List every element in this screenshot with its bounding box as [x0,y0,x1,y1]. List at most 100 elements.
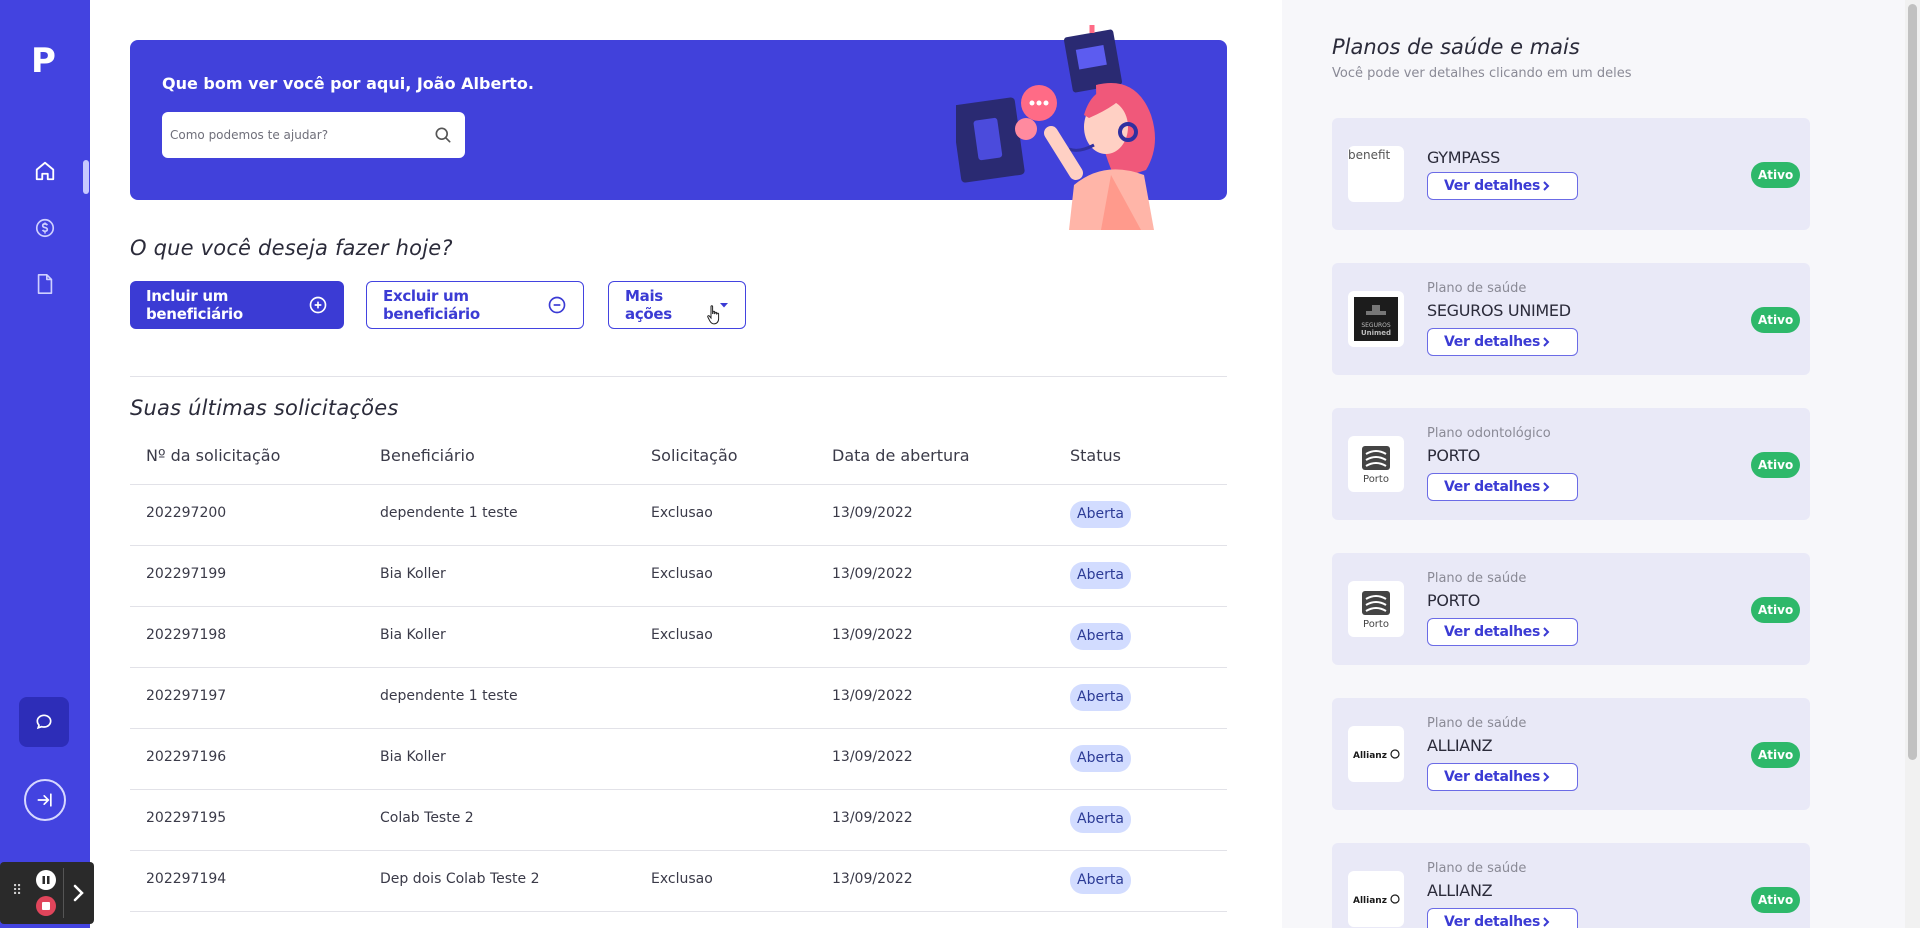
exclude-beneficiary-button[interactable]: Excluir um beneficiário [366,281,584,329]
request-type: Exclusao [651,566,713,582]
table-row[interactable]: 202297200 dependente 1 teste Exclusao 13… [130,485,1227,546]
svg-text:Unimed: Unimed [1361,329,1391,337]
status-badge: Ativo [1751,307,1801,333]
view-details-button[interactable]: Ver detalhes [1427,328,1578,356]
plan-logo: benefit [1348,146,1404,202]
widget-divider [63,868,64,918]
plan-type: Plano odontológico [1427,426,1551,441]
beneficiary-name: Dep dois Colab Teste 2 [380,871,540,887]
drag-handle-icon[interactable]: ⠿ [12,884,22,898]
plan-type: Plano de saúde [1427,861,1527,876]
table-row[interactable]: 202297195 Colab Teste 2 13/09/2022 Abert… [130,790,1227,851]
column-header-request[interactable]: Solicitação [651,446,738,465]
beneficiary-name: dependente 1 teste [380,688,518,704]
stop-icon[interactable] [36,896,56,916]
beneficiary-name: Colab Teste 2 [380,810,474,826]
search-input[interactable] [170,112,425,158]
plan-name: PORTO [1427,591,1481,610]
dollar-icon[interactable] [28,211,62,245]
include-beneficiary-button[interactable]: Incluir um beneficiário [130,281,344,329]
view-details-button[interactable]: Ver detalhes [1427,908,1578,928]
plan-card[interactable]: Allianz Plano de saúde ALLIANZ Ver detal… [1332,843,1810,928]
request-id: 202297197 [146,688,227,704]
table-row[interactable]: 202297198 Bia Koller Exclusao 13/09/2022… [130,607,1227,668]
view-details-label: Ver detalhes [1444,334,1540,350]
sidebar: P ⠿ [0,0,94,928]
view-details-button[interactable]: Ver detalhes [1427,763,1578,791]
include-beneficiary-label: Incluir um beneficiário [146,287,243,323]
status-badge: Ativo [1751,742,1801,768]
column-header-status[interactable]: Status [1070,446,1121,465]
view-details-label: Ver detalhes [1444,479,1540,495]
document-icon[interactable] [28,267,62,301]
request-type: Exclusao [651,627,713,643]
opening-date: 13/09/2022 [832,566,913,582]
view-details-button[interactable]: Ver detalhes [1427,172,1578,200]
request-id: 202297199 [146,566,227,582]
chevron-right-icon[interactable] [70,882,86,908]
table-row[interactable]: 202297196 Bia Koller 13/09/2022 Aberta [130,729,1227,790]
plan-card[interactable]: SEGUROS Unimed Plano de saúde SEGUROS UN… [1332,263,1810,375]
table-row[interactable]: 202297197 dependente 1 teste 13/09/2022 … [130,668,1227,729]
table-header: Nº da solicitação Beneficiário Solicitaç… [130,438,1227,485]
table-row[interactable]: 202297194 Dep dois Colab Teste 2 Exclusa… [130,851,1227,912]
column-header-opening-date[interactable]: Data de abertura [832,446,970,465]
beneficiary-name: Bia Koller [380,749,446,765]
request-id: 202297196 [146,749,227,765]
plan-name: PORTO [1427,446,1481,465]
plans-panel: Planos de saúde e mais Você pode ver det… [1282,0,1920,928]
column-header-request-number[interactable]: Nº da solicitação [146,446,280,465]
table-row[interactable]: 202297199 Bia Koller Exclusao 13/09/2022… [130,546,1227,607]
plan-card[interactable]: Porto Plano odontológico PORTO Ver detal… [1332,408,1810,520]
opening-date: 13/09/2022 [832,505,913,521]
plan-logo: Porto [1348,436,1404,492]
requests-table: Nº da solicitação Beneficiário Solicitaç… [130,438,1227,912]
chat-button[interactable] [19,697,69,747]
plus-circle-icon [308,295,328,315]
status-badge: Aberta [1070,806,1131,833]
search-box [162,112,465,158]
plan-card[interactable]: benefit GYMPASS Ver detalhes Ativo [1332,118,1810,230]
actions-title: O que você deseja fazer hoje? [130,236,453,260]
opening-date: 13/09/2022 [832,688,913,704]
view-details-label: Ver detalhes [1444,624,1540,640]
chevron-right-icon [1543,337,1550,347]
column-header-beneficiary[interactable]: Beneficiário [380,446,475,465]
collapse-sidebar-button[interactable] [24,779,66,821]
status-badge: Aberta [1070,867,1131,894]
page-scrollbar[interactable] [1905,0,1920,928]
plan-logo: Allianz [1348,871,1404,927]
svg-text:Porto: Porto [1363,474,1389,485]
chevron-right-icon [1543,917,1550,927]
request-type: Exclusao [651,871,713,887]
view-details-button[interactable]: Ver detalhes [1427,473,1578,501]
broken-image-alt: benefit [1348,148,1391,162]
app-logo[interactable]: P [28,40,62,81]
plan-type: Plano de saúde [1427,716,1527,731]
svg-text:P: P [31,41,56,80]
opening-date: 13/09/2022 [832,749,913,765]
chat-icon [36,714,52,730]
arrow-right-bar-icon [37,793,52,807]
view-details-button[interactable]: Ver detalhes [1427,618,1578,646]
request-id: 202297195 [146,810,227,826]
plan-name: ALLIANZ [1427,881,1493,900]
recording-widget: ⠿ [0,862,94,924]
more-actions-dropdown[interactable]: Mais ações [608,281,746,329]
status-badge: Ativo [1751,597,1801,623]
plan-card[interactable]: Porto Plano de saúde PORTO Ver detalhes … [1332,553,1810,665]
status-badge: Ativo [1751,887,1801,913]
plan-logo: SEGUROS Unimed [1348,291,1404,347]
chevron-right-icon [1543,772,1550,782]
home-icon[interactable] [28,154,62,188]
plan-name: GYMPASS [1427,148,1500,167]
scrollbar-thumb[interactable] [1908,4,1917,760]
status-badge: Aberta [1070,562,1131,589]
greeting-text: Que bom ver você por aqui, João Alberto. [162,74,534,93]
search-icon[interactable] [433,125,453,145]
request-id: 202297200 [146,505,227,521]
pause-icon[interactable] [36,870,56,890]
plan-card[interactable]: Allianz Plano de saúde ALLIANZ Ver detal… [1332,698,1810,810]
view-details-label: Ver detalhes [1444,914,1540,928]
view-details-label: Ver detalhes [1444,178,1540,194]
